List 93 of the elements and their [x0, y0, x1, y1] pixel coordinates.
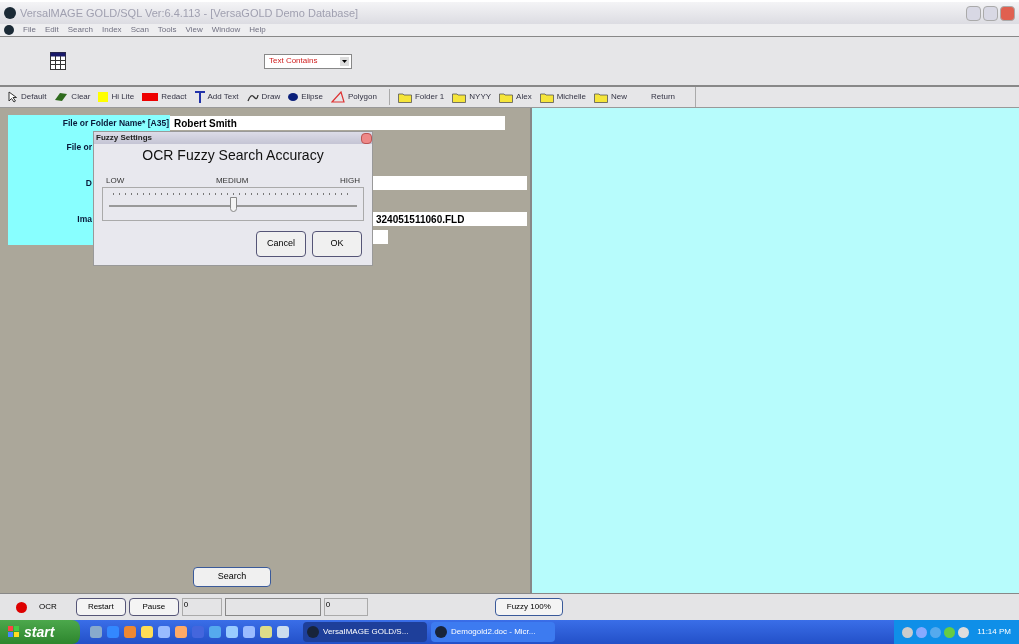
text-field[interactable]: Robert Smith	[170, 116, 505, 130]
status-button[interactable]: Restart	[75, 598, 126, 616]
status-label: OCR	[39, 601, 57, 613]
folder-icon	[593, 91, 608, 103]
menu-item[interactable]: Edit	[44, 24, 59, 36]
text-field[interactable]	[372, 176, 527, 190]
tool-button[interactable]: Default	[8, 91, 47, 103]
tool-button[interactable]: Elipse	[288, 91, 323, 103]
slider-track[interactable]	[109, 196, 357, 214]
search-mode-dropdown[interactable]: Text Contains	[264, 53, 352, 69]
dialog-title: Fuzzy Settings	[96, 132, 152, 144]
field-label: D	[84, 176, 93, 190]
app-icon	[435, 626, 447, 638]
app-icon	[307, 626, 319, 638]
fuzzy-button[interactable]: Fuzzy 100%	[494, 598, 563, 616]
ellipse-icon	[288, 93, 299, 101]
counter-field: 0	[323, 598, 368, 616]
dialog-heading: OCR Fuzzy Search Accuracy	[141, 146, 325, 165]
quick-launch-icon[interactable]	[90, 626, 102, 638]
folder-icon	[397, 91, 412, 103]
scale-label: LOW	[106, 175, 125, 187]
tool-button[interactable]: Polygon	[331, 91, 377, 103]
minimize-button[interactable]	[966, 5, 981, 21]
menu-item[interactable]: Index	[102, 24, 122, 36]
restore-button[interactable]	[983, 5, 998, 21]
pen-icon	[246, 92, 259, 102]
menu-item[interactable]: Tools	[157, 24, 177, 36]
return-button[interactable]: Return	[651, 87, 696, 107]
quick-launch-icon[interactable]	[277, 626, 289, 638]
folder-button[interactable]: New	[593, 91, 627, 103]
taskbar-task[interactable]: VersaIMAGE GOLD/S...	[303, 622, 427, 642]
quick-launch-icon[interactable]	[141, 626, 153, 638]
dropdown-arrow-icon	[340, 56, 349, 66]
quick-launch-icon[interactable]	[124, 626, 136, 638]
tray-icon[interactable]	[930, 626, 941, 638]
quick-launch-icon[interactable]	[175, 626, 187, 638]
menu-item[interactable]: Scan	[130, 24, 149, 36]
close-button[interactable]	[1000, 5, 1015, 21]
document-logo-icon	[4, 25, 14, 35]
quick-launch-icon[interactable]	[209, 626, 221, 638]
tray-icon[interactable]	[958, 626, 969, 638]
highlight-icon	[98, 92, 109, 102]
folder-button[interactable]: NYYY	[452, 91, 492, 103]
dialog-button[interactable]: OK	[312, 231, 362, 257]
tool-button[interactable]: Redact	[142, 91, 187, 103]
redact-icon	[142, 93, 159, 101]
taskbar-task[interactable]: Demogold2.doc - Micr...	[431, 622, 555, 642]
scale-label: HIGH	[340, 175, 360, 187]
folder-button[interactable]: Folder 1	[397, 91, 445, 103]
clock: 11:14 PM	[977, 626, 1012, 638]
quick-launch-icon[interactable]	[107, 626, 119, 638]
field-label: File or	[65, 140, 93, 154]
field-label: Ima	[76, 212, 93, 226]
close-button[interactable]	[361, 132, 372, 144]
dialog-button[interactable]: Cancel	[256, 231, 306, 257]
app-logo-icon	[4, 7, 16, 19]
polygon-icon	[331, 91, 345, 103]
quick-launch-icon[interactable]	[243, 626, 255, 638]
text-tool-icon	[194, 91, 205, 103]
tray-icon[interactable]	[944, 626, 955, 638]
calendar-icon[interactable]	[50, 52, 66, 70]
menu-item[interactable]: File	[23, 24, 36, 36]
eraser-icon	[54, 92, 69, 102]
folder-icon	[452, 91, 467, 103]
tool-button[interactable]: Clear	[54, 91, 91, 103]
folder-button[interactable]: Michelle	[539, 91, 586, 103]
scale-label: MEDIUM	[215, 175, 249, 187]
text-field[interactable]: 324051511060.FLD	[372, 212, 527, 226]
field-label: File or Folder Name* [A35]	[61, 116, 170, 130]
tool-button[interactable]: Draw	[246, 91, 281, 103]
menu-item[interactable]: Search	[67, 24, 94, 36]
tray-icon[interactable]	[902, 626, 913, 638]
folder-icon	[499, 91, 514, 103]
status-dot-icon	[16, 601, 27, 613]
tool-button[interactable]: Add Text	[194, 91, 239, 103]
start-button[interactable]: start	[0, 620, 80, 644]
pointer-icon	[8, 91, 18, 103]
quick-launch-icon[interactable]	[226, 626, 238, 638]
slider-thumb[interactable]	[230, 197, 237, 212]
status-button[interactable]: Pause	[128, 598, 179, 616]
window-title: VersalMAGE GOLD/SQL Ver:6.4.113 - [VersaGOLD Demo Database]	[20, 5, 359, 21]
tray-icon[interactable]	[916, 626, 927, 638]
menu-item[interactable]: Help	[249, 24, 266, 36]
tool-button[interactable]: Hi Lite	[98, 91, 135, 103]
counter-field: 0	[181, 598, 222, 616]
quick-launch-icon[interactable]	[260, 626, 272, 638]
search-button[interactable]: Search	[193, 567, 271, 587]
menu-item[interactable]: Window	[211, 24, 241, 36]
folder-icon	[539, 91, 554, 103]
windows-logo-icon	[8, 626, 20, 638]
quick-launch-icon[interactable]	[158, 626, 170, 638]
folder-button[interactable]: Alex	[499, 91, 532, 103]
menu-item[interactable]: View	[185, 24, 203, 36]
